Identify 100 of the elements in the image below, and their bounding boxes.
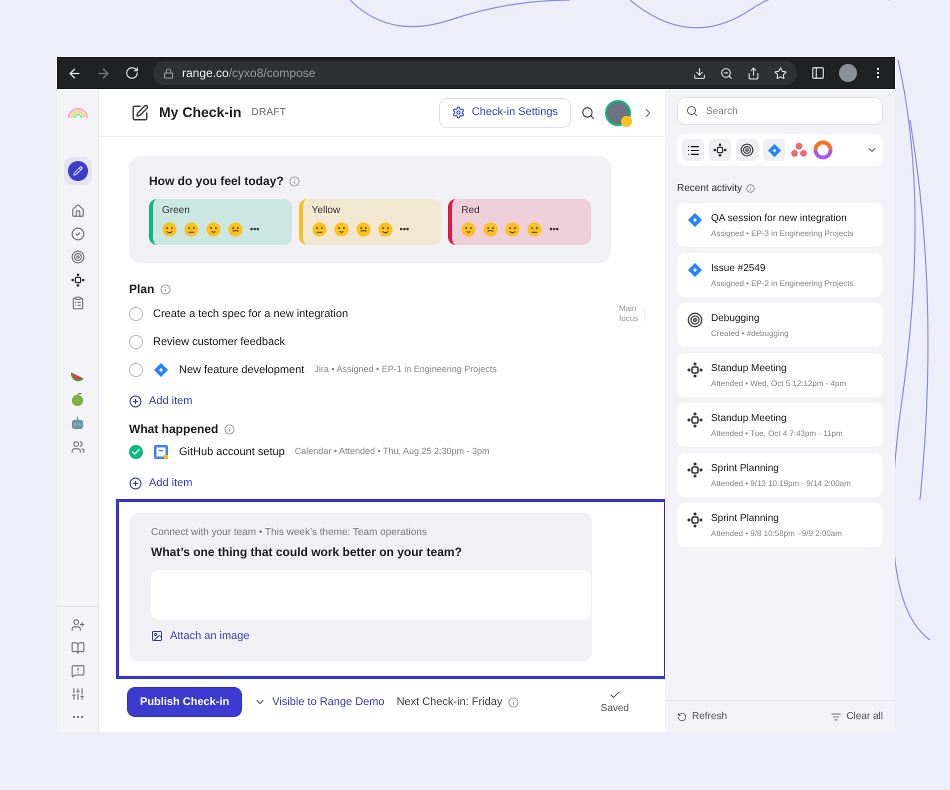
compose-nav-button[interactable] <box>64 157 92 185</box>
activity-title: Debugging <box>711 312 760 326</box>
info-icon <box>288 176 300 186</box>
add-item-button[interactable]: Add item <box>129 387 192 415</box>
publish-button[interactable]: Publish Check-in <box>127 687 242 717</box>
activity-subtitle: Assigned • EP-3 in Engineering Projects <box>711 228 854 240</box>
activity-title: Sprint Planning <box>711 512 780 526</box>
item-meta: Jira • Assigned • EP-1 in Engineering Projects <box>314 363 497 376</box>
emoji-face-icon <box>334 222 349 237</box>
refresh-icon <box>677 712 687 722</box>
prompt-question: What’s one thing that could work better on your team? <box>151 544 463 561</box>
emoji-face-icon <box>483 222 498 237</box>
nav-icon[interactable] <box>70 250 84 264</box>
activity-card[interactable]: Standup Meeting Attended • Tue, Oct 4 7:43pm - 11pm <box>677 403 883 447</box>
address-bar[interactable]: range.co/cyxo8/compose <box>153 61 797 85</box>
section-title: Plan <box>129 281 154 298</box>
activity-card[interactable]: Standup Meeting Attended • Wed, Oct 5 12:12pm - 4pm <box>677 353 883 397</box>
emoji-face-icon <box>228 222 243 237</box>
url-text: range.co/cyxo8/compose <box>182 65 316 82</box>
emoji-face-icon <box>356 222 371 237</box>
book-icon[interactable] <box>70 641 84 655</box>
item-text: Create a tech spec for a new integration <box>153 306 348 322</box>
search-field[interactable]: Search <box>677 97 883 125</box>
section-title: Recent activity <box>677 182 742 196</box>
item-text: Review customer feedback <box>153 334 286 350</box>
star-icon <box>774 66 787 80</box>
lock-icon <box>163 68 174 78</box>
user-avatar[interactable] <box>605 100 631 126</box>
info-icon <box>508 696 520 708</box>
reload-icon <box>125 66 139 80</box>
activity-subtitle: Assigned • EP-2 in Engineering Projects <box>711 278 854 290</box>
visibility-dropdown[interactable]: Visible to Range Demo <box>254 694 385 710</box>
info-icon <box>746 184 756 193</box>
info-icon <box>224 424 236 434</box>
item-meta: Calendar • Attended • Thu, Aug 25 2:30pm - 3pm <box>294 445 490 458</box>
nav-icon[interactable] <box>70 204 84 218</box>
activity-title: Standup Meeting <box>711 362 788 376</box>
activity-card[interactable]: Sprint Planning Attended • 9/8 10:58pm - 9/9 2:00am <box>677 503 883 547</box>
activity-card[interactable]: QA session for new integration Assigned • EP-3 in Engineering Projects <box>677 203 883 247</box>
clear-all-button[interactable]: Clear all <box>831 709 883 724</box>
plus-circle-icon <box>129 394 142 408</box>
emoji-face-icon <box>461 222 476 237</box>
nodes-icon <box>713 143 727 157</box>
ring-logo-icon <box>813 140 833 160</box>
robot-icon <box>70 416 85 431</box>
mood-option[interactable]: Red ••• <box>448 199 592 245</box>
activity-card[interactable]: Sprint Planning Attended • 9/13 10:19pm - 9/14 2:00am <box>677 453 883 497</box>
prompt-context: Connect with your team • This week’s theme: Team operations <box>151 526 428 540</box>
forward-icon <box>96 66 111 80</box>
diamond-icon <box>687 262 703 278</box>
refresh-button[interactable]: Refresh <box>677 709 728 724</box>
diamond-icon <box>687 212 703 228</box>
activity-card[interactable]: Issue #2549 Assigned • EP-2 in Engineering Projects <box>677 253 883 297</box>
feedback-icon[interactable] <box>70 664 84 678</box>
activity-title: Standup Meeting <box>711 412 788 426</box>
lines-icon <box>831 712 842 722</box>
calendar-icon <box>153 444 169 460</box>
more-emoji-button[interactable]: ••• <box>549 222 559 236</box>
clipboard-icon[interactable] <box>70 296 84 310</box>
mood-option[interactable]: Green ••• <box>149 199 292 245</box>
settings-button[interactable]: Check-in Settings <box>438 98 571 128</box>
more-emoji-button[interactable]: ••• <box>250 222 260 236</box>
activity-subtitle: Attended • Tue, Oct 4 7:43pm - 11pm <box>711 428 843 440</box>
attach-image-button[interactable]: Attach an image <box>151 628 250 644</box>
list-icon <box>686 144 700 156</box>
page-title: My Check-in <box>159 103 242 122</box>
invite-icon[interactable] <box>70 618 84 632</box>
nodes-icon <box>687 462 703 478</box>
info-icon <box>160 284 172 294</box>
image-icon <box>151 630 163 642</box>
nodes-icon <box>687 412 703 428</box>
status-label: DRAFT <box>251 106 286 120</box>
target-icon <box>687 312 703 328</box>
emoji-face-icon <box>505 222 520 237</box>
mood-label: Red <box>461 204 481 218</box>
activity-subtitle: Attended • Wed, Oct 5 12:12pm - 4pm <box>711 378 846 390</box>
share-icon <box>747 66 760 80</box>
team-icon[interactable] <box>70 440 84 454</box>
add-item-button[interactable]: Add item <box>129 469 192 497</box>
nav-icon[interactable] <box>70 227 84 241</box>
diamond-icon <box>153 362 169 378</box>
saved-status: Saved <box>600 702 629 716</box>
settings-icon <box>452 106 465 119</box>
activity-title: Sprint Planning <box>711 462 780 476</box>
nodes-icon <box>687 362 703 378</box>
activity-card[interactable]: Debugging Created • #debugging <box>677 303 883 347</box>
emoji-face-icon <box>206 222 221 237</box>
settings-icon[interactable] <box>70 687 84 701</box>
search-icon <box>686 105 698 117</box>
question-text: How do you feel today? <box>149 173 284 190</box>
emoji-face-icon <box>378 222 393 237</box>
compose-icon <box>131 104 149 122</box>
more-emoji-button[interactable]: ••• <box>400 222 410 236</box>
three-dots-logo-icon <box>790 141 808 159</box>
emoji-face-icon <box>184 222 199 237</box>
search-icon[interactable] <box>581 106 595 120</box>
mood-option[interactable]: Yellow ••• <box>298 199 442 245</box>
install-icon <box>693 66 706 80</box>
apple-icon <box>70 392 85 407</box>
diamond-icon <box>766 142 782 158</box>
